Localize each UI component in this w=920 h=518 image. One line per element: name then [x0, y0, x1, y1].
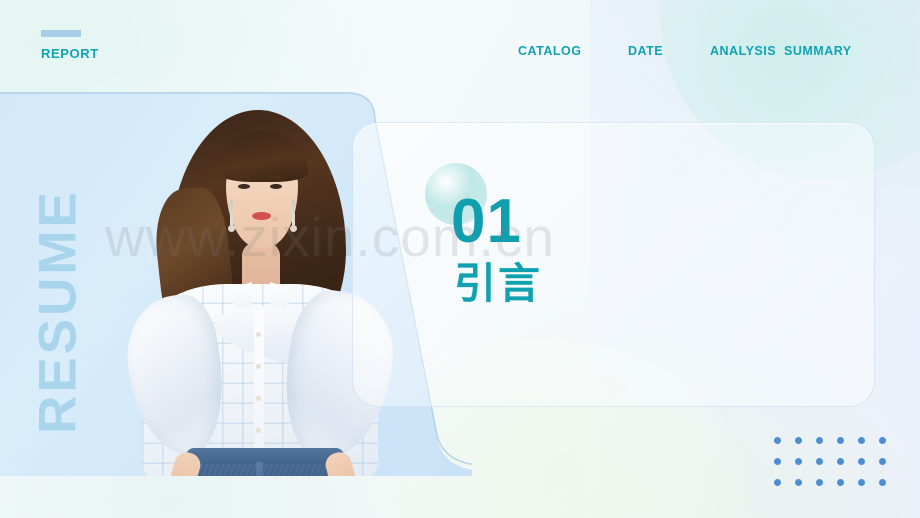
grid-dot [774, 458, 781, 465]
section-number: 01 [451, 187, 522, 256]
top-navigation: CATALOG DATE ANALYSIS SUMMARY [518, 43, 890, 60]
grid-dot [774, 479, 781, 486]
shirt-button [256, 364, 261, 369]
earring-right [290, 200, 297, 232]
brand-logo: REPORT [41, 30, 99, 60]
jeans-waistband [186, 448, 344, 464]
grid-dot [837, 479, 844, 486]
nav-item-analysis[interactable]: ANALYSIS [710, 43, 784, 60]
lips [252, 212, 271, 220]
grid-dot [858, 479, 865, 486]
grid-dot [816, 479, 823, 486]
nav-item-date[interactable]: DATE [628, 43, 710, 60]
eye-right [270, 184, 282, 189]
grid-dot [795, 479, 802, 486]
shirt-button [256, 428, 261, 433]
grid-dot [879, 437, 886, 444]
shirt-button [256, 396, 261, 401]
presentation-slide: REPORT CATALOG DATE ANALYSIS SUMMARY RES… [0, 0, 920, 518]
nav-item-catalog[interactable]: CATALOG [518, 43, 628, 60]
brand-label: REPORT [41, 46, 99, 61]
dot-grid-decoration [774, 437, 900, 500]
section-title: 引言 [454, 260, 543, 307]
jeans-drawstring [256, 462, 263, 476]
grid-dot [837, 458, 844, 465]
grid-dot [816, 437, 823, 444]
vertical-resume-label: RESUME [28, 189, 88, 434]
eye-left [238, 184, 250, 189]
grid-dot [858, 458, 865, 465]
grid-dot [774, 437, 781, 444]
grid-dot [795, 458, 802, 465]
earring-left [228, 200, 235, 232]
grid-dot [816, 458, 823, 465]
grid-dot [879, 479, 886, 486]
nav-item-summary[interactable]: SUMMARY [784, 43, 862, 60]
grid-dot [795, 437, 802, 444]
grid-dot [858, 437, 865, 444]
shirt-button [256, 332, 261, 337]
brand-accent-bar [41, 30, 81, 37]
grid-dot [879, 458, 886, 465]
grid-dot [837, 437, 844, 444]
content-card [352, 122, 875, 407]
slide-header: REPORT CATALOG DATE ANALYSIS SUMMARY [0, 0, 920, 92]
